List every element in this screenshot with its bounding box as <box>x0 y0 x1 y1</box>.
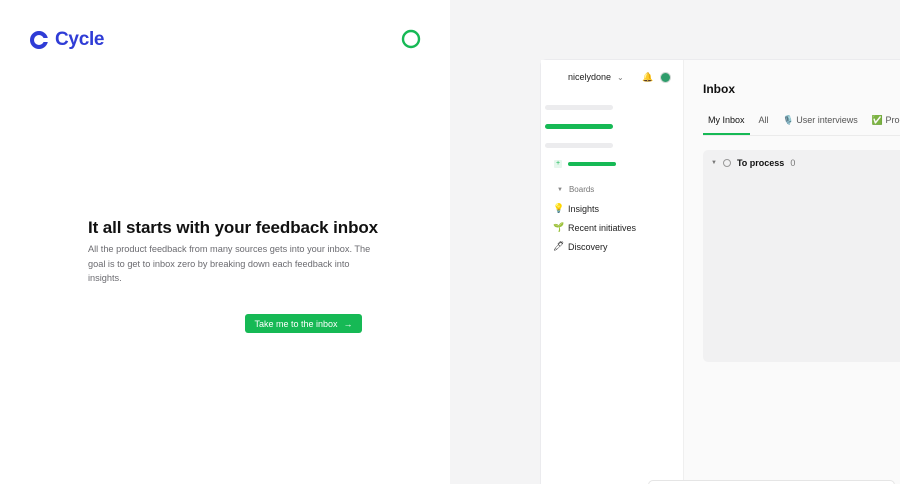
tab-process[interactable]: ✅ Proc <box>867 115 900 135</box>
to-process-group: ▼ To process 0 <box>703 150 900 362</box>
placeholder-bar <box>545 105 613 110</box>
lightbulb-icon: 💡 <box>553 203 565 213</box>
onboarding-headline: It all starts with your feedback inbox <box>88 218 378 237</box>
inbox-tabs: My Inbox All 🎙️ User interviews ✅ Proc <box>703 115 900 135</box>
caret-down-icon: ▼ <box>711 160 717 166</box>
group-count: 0 <box>790 158 796 168</box>
placeholder-bar-active <box>568 162 616 166</box>
sidebar-item-label: Discovery <box>568 241 608 252</box>
onboarding-description: All the product feedback from many sourc… <box>88 244 371 283</box>
tab-user-interviews[interactable]: 🎙️ User interviews <box>778 115 863 135</box>
mock-main: Inbox My Inbox All 🎙️ User interviews ✅ … <box>684 60 900 484</box>
placeholder-bar <box>545 143 613 148</box>
sidebar-item-recent-initiatives[interactable]: 🌱 Recent initiatives <box>553 222 636 233</box>
sidebar-item-label: Insights <box>568 203 600 214</box>
sidebar-item-discovery[interactable]: 🖊 Discovery <box>553 241 608 252</box>
app-preview-panel: nicelydone ⌄ 🔔 + ▼ Boards 💡 Insights 🌱 R… <box>450 0 900 484</box>
page-title: Inbox <box>703 82 735 96</box>
boards-section-header[interactable]: ▼ Boards <box>557 185 594 194</box>
plus-icon[interactable]: + <box>554 160 562 168</box>
floating-card-edge <box>648 480 895 484</box>
tab-all[interactable]: All <box>754 115 774 135</box>
sidebar-item-insights[interactable]: 💡 Insights <box>553 203 599 214</box>
bell-icon[interactable]: 🔔 <box>642 72 653 83</box>
cycle-logo-icon <box>29 30 50 50</box>
cta-label: Take me to the inbox <box>254 318 338 329</box>
arrow-right-icon: → <box>343 318 353 329</box>
pen-icon: 🖊 <box>553 241 565 251</box>
take-me-to-inbox-button[interactable]: Take me to the inbox → <box>245 314 362 333</box>
chevron-down-icon: ⌄ <box>617 72 624 82</box>
caret-down-icon: ▼ <box>557 186 563 193</box>
onboarding-panel: Cycle It all starts with your feedback i… <box>0 0 450 484</box>
group-header[interactable]: ▼ To process 0 <box>711 158 795 168</box>
cycle-logo-text: Cycle <box>55 29 105 50</box>
sidebar-item-label: Recent initiatives <box>568 222 637 233</box>
mock-sidebar: nicelydone ⌄ 🔔 + ▼ Boards 💡 Insights 🌱 R… <box>541 60 684 484</box>
boards-label: Boards <box>568 185 595 194</box>
cycle-logo[interactable]: Cycle <box>29 29 105 51</box>
tabs-divider <box>703 135 900 136</box>
mock-app-window: nicelydone ⌄ 🔔 + ▼ Boards 💡 Insights 🌱 R… <box>541 60 900 484</box>
workspace-name: nicelydone <box>568 72 612 82</box>
placeholder-bar-active <box>545 124 613 129</box>
workspace-switcher[interactable]: nicelydone ⌄ <box>568 72 624 82</box>
avatar[interactable] <box>660 72 671 83</box>
status-circle-icon <box>722 159 731 167</box>
tab-my-inbox[interactable]: My Inbox <box>703 115 750 135</box>
group-label: To process <box>736 158 785 168</box>
seedling-icon: 🌱 <box>553 222 565 232</box>
progress-ring-icon <box>401 29 421 49</box>
